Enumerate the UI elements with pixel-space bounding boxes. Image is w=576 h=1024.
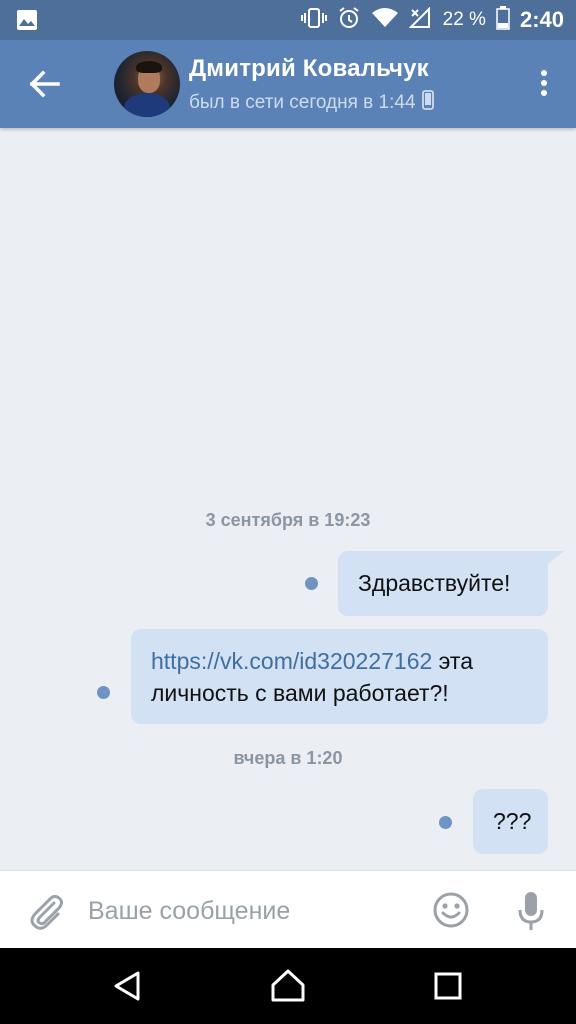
unread-indicator (439, 816, 452, 829)
triangle-back-icon (114, 971, 140, 1001)
signal-icon (408, 6, 433, 34)
status-bar: 22 % 2:40 (0, 0, 576, 40)
message-bubble[interactable]: ??? (473, 789, 548, 854)
message-text: ??? (493, 808, 532, 834)
unread-indicator (305, 577, 318, 590)
avatar[interactable] (114, 51, 180, 117)
wifi-icon (371, 7, 399, 34)
more-vertical-icon (541, 70, 547, 96)
message-text: Здравствуйте! (358, 570, 511, 596)
back-arrow-icon (29, 70, 60, 98)
nav-back-button[interactable] (110, 968, 146, 1004)
alarm-icon (337, 6, 361, 35)
attach-button[interactable] (26, 891, 66, 931)
emoji-button[interactable] (432, 891, 470, 929)
more-menu-button[interactable] (536, 68, 552, 100)
message-composer (0, 870, 576, 948)
date-separator: 3 сентября в 19:23 (205, 510, 371, 530)
image-icon (16, 9, 38, 36)
square-recents-icon (434, 972, 462, 1000)
mobile-icon (421, 90, 434, 116)
message-text: личность с вами работает?! (151, 680, 449, 706)
nav-recents-button[interactable] (430, 968, 466, 1004)
smiley-icon (433, 892, 469, 928)
contact-name[interactable]: Дмитрий Ковальчук (189, 55, 429, 83)
microphone-icon (518, 892, 544, 930)
nav-home-button[interactable] (268, 966, 308, 1006)
unread-indicator (97, 686, 110, 699)
battery-percent: 22 % (442, 9, 486, 30)
message-input[interactable] (88, 889, 418, 933)
paperclip-icon (30, 894, 63, 930)
clock: 2:40 (519, 7, 564, 32)
message-text: эта (432, 648, 473, 674)
last-seen-text: был в сети сегодня в 1:44 (189, 92, 416, 113)
message-line: https://vk.com/id320227162 эта (151, 645, 548, 677)
system-navigation-bar (0, 948, 576, 1024)
battery-icon (496, 5, 510, 35)
date-separator: вчера в 1:20 (233, 748, 343, 768)
message-bubble[interactable]: https://vk.com/id320227162 эта личность … (131, 629, 548, 724)
message-bubble[interactable]: Здравствуйте! (338, 551, 564, 616)
home-icon (271, 969, 305, 1002)
message-link[interactable]: https://vk.com/id320227162 (151, 648, 432, 674)
voice-message-button[interactable] (516, 890, 546, 932)
back-button[interactable] (22, 64, 66, 104)
chat-header: Дмитрий Ковальчук был в сети сегодня в 1… (0, 40, 576, 128)
vibrate-icon (300, 7, 327, 34)
last-seen-status: был в сети сегодня в 1:44 (189, 90, 434, 116)
